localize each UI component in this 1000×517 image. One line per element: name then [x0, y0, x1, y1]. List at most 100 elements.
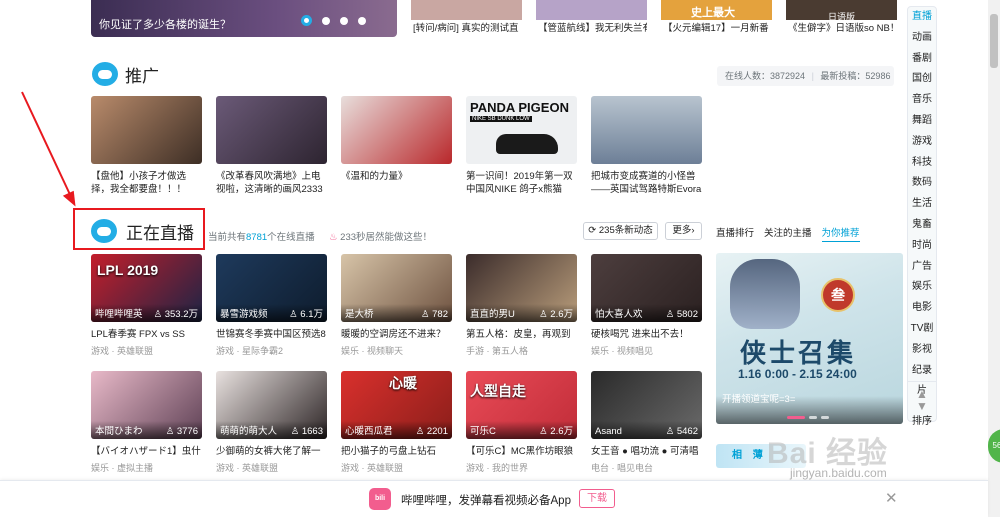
nav-item-anime[interactable]: 动画 — [908, 28, 936, 49]
live-card-5[interactable]: 怕大喜人欢 ♙ 5802 硬核喝咒 进来出不去！ 娱乐 · 视频唱见 — [591, 254, 702, 357]
live-thumbnail[interactable]: 怕大喜人欢 ♙ 5802 — [591, 254, 702, 322]
video-title[interactable]: 把城市变成赛道的小怪兽——英国试驾路特斯Evora GT410 — [591, 170, 702, 196]
nav-item-bangumi[interactable]: 番剧 — [908, 49, 936, 70]
live-title[interactable]: 把小猫子的弓盘上钻石 — [341, 445, 452, 458]
live-title[interactable]: 女王音 ● 唱功流 ● 可清唱 — [591, 445, 702, 458]
carousel-dot-4[interactable] — [358, 17, 366, 25]
carousel-dot-2[interactable] — [322, 17, 330, 25]
live-thumbnail[interactable]: 心暖 心暖西瓜君 ♙ 2201 — [341, 371, 452, 439]
live-card-7[interactable]: 萌萌的萌大人 ♙ 1663 少御萌的女裤大佬了解一下 游戏 · 英雄联盟 — [216, 371, 327, 474]
nav-item-life[interactable]: 生活 — [908, 194, 936, 215]
video-thumbnail[interactable] — [216, 96, 327, 164]
live-title[interactable]: 硬核喝咒 进来出不去！ — [591, 328, 702, 341]
live-thumbnail[interactable]: 是大桥 ♙ 782 — [341, 254, 452, 322]
live-thumbnail[interactable]: 人型自走 可乐C ♙ 2.6万 — [466, 371, 577, 439]
promo-dot-2[interactable] — [809, 416, 817, 419]
nav-item-digital[interactable]: 数码 — [908, 173, 936, 194]
video-thumbnail[interactable] — [91, 96, 202, 164]
promote-card-4[interactable]: PANDA PIGEON NIKE SB DUNK LOW 第一识间！2019年… — [466, 96, 577, 196]
promo-dot-1[interactable] — [787, 416, 805, 419]
live-thumbnail[interactable]: Asand ♙ 5462 — [591, 371, 702, 439]
video-thumbnail[interactable] — [591, 96, 702, 164]
video-title[interactable]: 第一识间！2019年第一双中国风NIKE 鸽子x熊猫dunk SB — [466, 170, 577, 196]
hot-tip[interactable]: ♨ 233秒居然能做这些！ — [329, 229, 432, 243]
nav-item-documentary[interactable]: 纪录片 — [908, 361, 936, 397]
video-thumbnail[interactable]: PANDA PIGEON NIKE SB DUNK LOW — [466, 96, 577, 164]
live-count-number: 8781 — [246, 232, 268, 243]
new-dynamics-button[interactable]: ⟳ 235条新动态 — [583, 222, 658, 240]
thumbnail-headline: PANDA PIGEON — [470, 100, 569, 115]
sort-button[interactable]: ▲ ▼ 排序 — [908, 381, 936, 427]
nav-item-tv[interactable]: TV剧 — [908, 319, 936, 340]
promote-card-3[interactable]: 《温和的力量》 — [341, 96, 452, 196]
tab-live-rank[interactable]: 直播排行 — [716, 225, 754, 242]
promo-dot-3[interactable] — [821, 416, 829, 419]
live-category[interactable]: 游戏 · 英雄联盟 — [216, 461, 327, 474]
promote-card-1[interactable]: 【盘他】小孩子才做选择，我全都要盘！！！ — [91, 96, 202, 196]
live-category[interactable]: 手游 · 第五人格 — [466, 344, 577, 357]
promote-card-2[interactable]: 《改革春风吹满地》上电视啦，这清晰的画风2333 — [216, 96, 327, 196]
tab-recommended[interactable]: 为你推荐 — [821, 225, 860, 242]
close-icon[interactable]: ✕ — [885, 489, 898, 507]
live-title[interactable]: 【可乐C】MC黑作坊眼狼养成 — [466, 445, 577, 458]
live-card-1[interactable]: LPL 2019 哔哩哔哩英 ♙ 353.2万 LPL春季赛 FPX vs SS… — [91, 254, 202, 357]
strip-card-4[interactable]: 日语版 《生僻字》日语版so NB！ — [786, 0, 897, 37]
strip-card-2[interactable]: 【管蓝航线】我无利失兰有 — [536, 0, 647, 37]
live-category[interactable]: 游戏 · 英雄联盟 — [91, 344, 202, 357]
live-title[interactable]: 世锦赛冬季赛中国区预选8进4 — [216, 328, 327, 341]
live-category[interactable]: 游戏 · 英雄联盟 — [341, 461, 452, 474]
live-card-9[interactable]: 人型自走 可乐C ♙ 2.6万 【可乐C】MC黑作坊眼狼养成 游戏 · 我的世界 — [466, 371, 577, 474]
nav-item-guochuang[interactable]: 国创 — [908, 69, 936, 90]
live-thumbnail[interactable]: 本間ひまわ ♙ 3776 — [91, 371, 202, 439]
live-category[interactable]: 娱乐 · 视频聊天 — [341, 344, 452, 357]
live-thumbnail[interactable]: LPL 2019 哔哩哔哩英 ♙ 353.2万 — [91, 254, 202, 322]
carousel-dot-1[interactable] — [301, 15, 312, 26]
live-category[interactable]: 娱乐 · 虚拟主播 — [91, 461, 202, 474]
live-card-8[interactable]: 心暖 心暖西瓜君 ♙ 2201 把小猫子的弓盘上钻石 游戏 · 英雄联盟 — [341, 371, 452, 474]
hero-carousel[interactable]: 你见证了多少各楼的诞生？ — [91, 0, 397, 37]
scrollbar-thumb[interactable] — [990, 14, 998, 68]
hero-title[interactable]: 你见证了多少各楼的诞生？ — [99, 16, 231, 32]
live-card-10[interactable]: Asand ♙ 5462 女王音 ● 唱功流 ● 可清唱 电台 · 唱见电台 — [591, 371, 702, 474]
video-title[interactable]: 《改革春风吹满地》上电视啦，这清晰的画风2333 — [216, 170, 327, 196]
live-category[interactable]: 娱乐 · 视频唱见 — [591, 344, 702, 357]
live-title[interactable]: 少御萌的女裤大佬了解一下 — [216, 445, 327, 458]
nav-item-live[interactable]: 直播 — [908, 7, 936, 28]
download-button[interactable]: 下载 — [579, 489, 615, 508]
strip-card-1[interactable]: [转问/病问] 真实的测试直 — [411, 0, 522, 37]
live-thumbnail[interactable]: 暴雪游戏频 ♙ 6.1万 — [216, 254, 327, 322]
live-thumbnail[interactable]: 萌萌的萌大人 ♙ 1663 — [216, 371, 327, 439]
live-card-4[interactable]: 直直的男U ♙ 2.6万 第五人格：皮皇，再观到那 手游 · 第五人格 — [466, 254, 577, 357]
live-category[interactable]: 游戏 · 我的世界 — [466, 461, 577, 474]
nav-item-film[interactable]: 影视 — [908, 340, 936, 361]
live-title[interactable]: LPL春季赛 FPX vs SS — [91, 328, 202, 341]
promote-card-5[interactable]: 把城市变成赛道的小怪兽——英国试驾路特斯Evora GT410 — [591, 96, 702, 196]
live-card-3[interactable]: 是大桥 ♙ 782 暖暖的空调房还不进来？ 娱乐 · 视频聊天 — [341, 254, 452, 357]
live-thumbnail[interactable]: 直直的男U ♙ 2.6万 — [466, 254, 577, 322]
nav-item-dance[interactable]: 舞蹈 — [908, 111, 936, 132]
nav-item-ads[interactable]: 广告 — [908, 257, 936, 278]
nav-item-kichiku[interactable]: 鬼畜 — [908, 215, 936, 236]
video-thumbnail[interactable] — [341, 96, 452, 164]
strip-card-3[interactable]: 史上最大 【火元编辑17】一月新番 — [661, 0, 772, 37]
video-title[interactable]: 《温和的力量》 — [341, 170, 452, 196]
live-title[interactable]: 【バイオハザード1】虫什么 — [91, 445, 202, 458]
live-category[interactable]: 游戏 · 星际争霸2 — [216, 344, 327, 357]
live-title[interactable]: 暖暖的空调房还不进来？ — [341, 328, 452, 341]
carousel-dot-3[interactable] — [340, 17, 348, 25]
tab-followed-streamers[interactable]: 关注的主播 — [764, 225, 812, 242]
nav-item-game[interactable]: 游戏 — [908, 132, 936, 153]
live-card-2[interactable]: 暴雪游戏频 ♙ 6.1万 世锦赛冬季赛中国区预选8进4 游戏 · 星际争霸2 — [216, 254, 327, 357]
nav-item-tech[interactable]: 科技 — [908, 153, 936, 174]
nav-item-entertainment[interactable]: 娱乐 — [908, 277, 936, 298]
video-title[interactable]: 【盘他】小孩子才做选择，我全都要盘！！！ — [91, 170, 202, 196]
live-category[interactable]: 电台 · 唱见电台 — [591, 461, 702, 474]
thumbnail-headline: 心暖 — [389, 375, 417, 391]
live-title[interactable]: 第五人格：皮皇，再观到那 — [466, 328, 577, 341]
nav-item-movie[interactable]: 电影 — [908, 298, 936, 319]
nav-item-fashion[interactable]: 时尚 — [908, 236, 936, 257]
live-promo-banner[interactable]: 叁 侠士召集 1.16 0:00 - 2.15 24:00 开播领道宝呢=3= — [716, 253, 903, 424]
live-card-6[interactable]: 本間ひまわ ♙ 3776 【バイオハザード1】虫什么 娱乐 · 虚拟主播 — [91, 371, 202, 474]
more-button[interactable]: 更多› — [665, 222, 702, 240]
nav-item-music[interactable]: 音乐 — [908, 90, 936, 111]
